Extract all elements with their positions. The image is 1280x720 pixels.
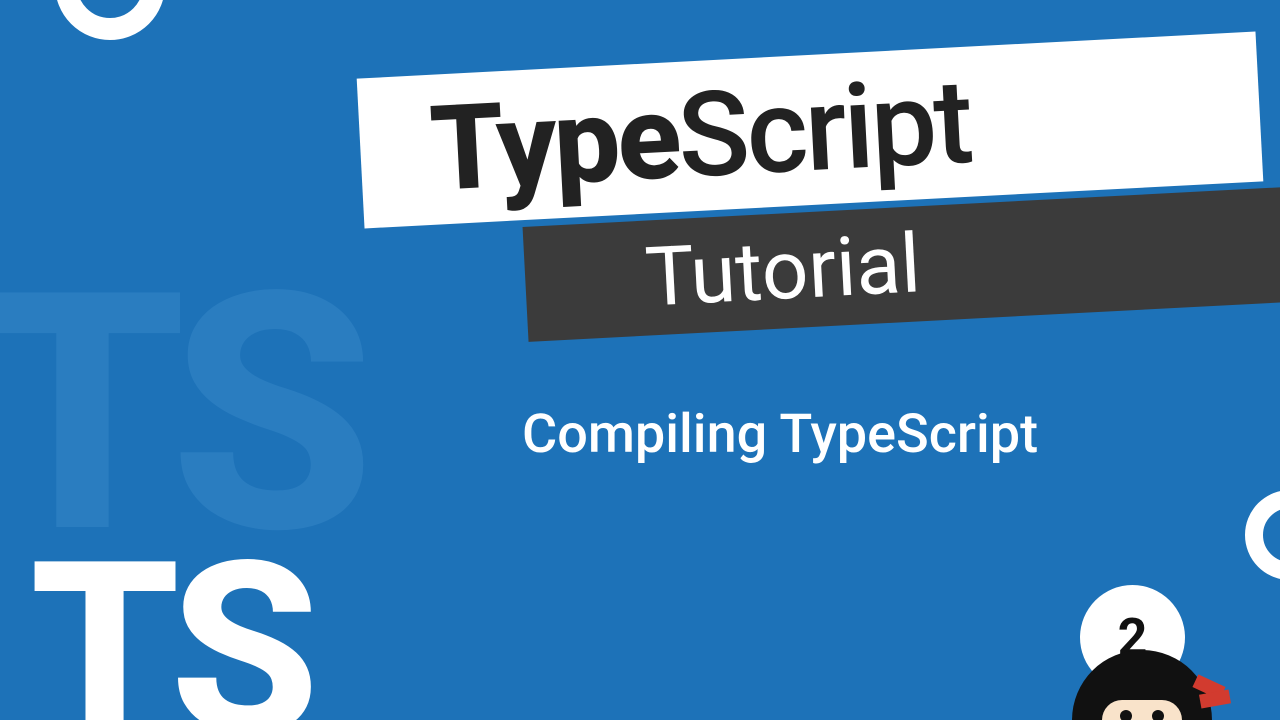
subtitle-text: Tutorial [643, 216, 923, 326]
decoration-circle-top [55, 0, 165, 40]
decoration-circle-right [1245, 490, 1280, 580]
title-light-part: Script [674, 53, 973, 206]
foreground-ts-logo: TS [30, 530, 311, 720]
lesson-topic: Compiling TypeScript [522, 403, 1038, 466]
title-bold-part: Type [427, 68, 682, 219]
ninja-mascot-icon [1072, 650, 1212, 720]
